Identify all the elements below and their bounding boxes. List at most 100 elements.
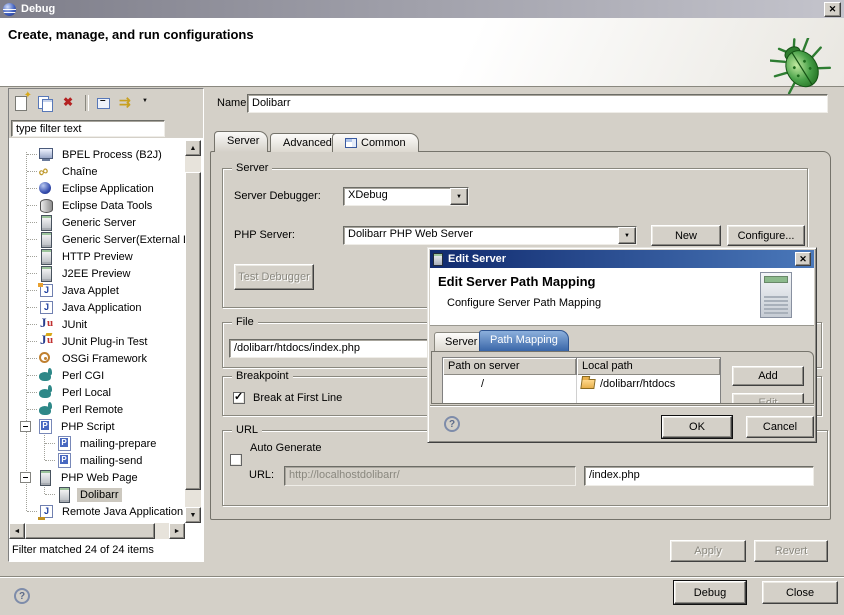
php-server-combo[interactable]: Dolibarr PHP Web Server ▼	[343, 226, 637, 245]
server-icon	[38, 266, 55, 281]
folder-icon	[580, 379, 595, 389]
tree-item-perl-remote[interactable]: Perl Remote	[10, 401, 185, 418]
window-titlebar: Debug ✕	[0, 0, 844, 18]
dialog-help-icon[interactable]: ?	[444, 416, 460, 432]
tree-item-bpel-process[interactable]: BPEL Process (B2J)	[10, 146, 185, 163]
perl-camel-icon	[38, 368, 55, 383]
url-suffix-input[interactable]: /index.php	[584, 466, 814, 486]
collapse-expander-icon[interactable]	[20, 421, 31, 432]
tree-item-j2ee-preview[interactable]: J2EE Preview	[10, 265, 185, 282]
table-row[interactable]: / /dolibarr/htdocs	[443, 375, 720, 393]
tab-server[interactable]: Server	[214, 131, 268, 152]
tree-item-remote-java-application[interactable]: Remote Java Application	[10, 503, 185, 520]
dialog-tab-path-mapping[interactable]: Path Mapping	[479, 330, 569, 351]
dialog-subheading: Configure Server Path Mapping	[447, 297, 601, 309]
osgi-target-icon	[38, 351, 55, 366]
duplicate-configuration-icon[interactable]	[36, 94, 56, 112]
php-web-page-icon	[37, 470, 54, 485]
break-first-line-checkbox[interactable]	[233, 392, 245, 404]
new-server-button[interactable]: New	[651, 225, 721, 246]
tree-item-perl-cgi[interactable]: Perl CGI	[10, 367, 185, 384]
filter-launch-configurations-icon[interactable]	[118, 94, 138, 112]
scroll-right-icon[interactable]: ►	[169, 523, 185, 539]
toolbar-separator	[85, 95, 89, 111]
tree-item-junit[interactable]: JUnit	[10, 316, 185, 333]
scroll-up-icon[interactable]: ▲	[185, 140, 201, 156]
url-label: URL:	[249, 469, 274, 481]
perl-camel-icon	[38, 402, 55, 417]
dialog-title: Edit Server	[448, 253, 795, 265]
eclipse-sphere-icon	[38, 181, 55, 196]
filter-input[interactable]: type filter text	[11, 120, 165, 137]
delete-configuration-icon[interactable]	[60, 94, 80, 112]
eclipse-app-icon	[3, 3, 16, 16]
close-button[interactable]: Close	[762, 581, 838, 604]
bug-icon	[770, 38, 832, 96]
auto-generate-label: Auto Generate	[250, 442, 322, 454]
cell-local-path: /dolibarr/htdocs	[577, 375, 720, 393]
tree-item-java-applet[interactable]: Java Applet	[10, 282, 185, 299]
server-group-legend: Server	[232, 163, 272, 174]
server-icon	[38, 232, 55, 247]
tree-item-perl-local[interactable]: Perl Local	[10, 384, 185, 401]
cancel-button[interactable]: Cancel	[746, 416, 814, 438]
remote-java-icon	[38, 504, 55, 519]
debug-configurations-window: Debug ✕ Create, manage, and run configur…	[0, 0, 844, 615]
collapse-expander-icon[interactable]	[20, 472, 31, 483]
server-icon	[38, 215, 55, 230]
help-icon[interactable]: ?	[14, 588, 30, 604]
php-server-label: PHP Server:	[234, 229, 295, 241]
tree-vscroll-thumb[interactable]	[185, 172, 201, 490]
tree-item-eclipse-application[interactable]: Eclipse Application	[10, 180, 185, 197]
auto-generate-checkbox[interactable]	[230, 454, 242, 466]
break-first-line-label: Break at First Line	[253, 392, 342, 404]
scroll-left-icon[interactable]: ◄	[9, 523, 25, 539]
tree-item-dolibarr[interactable]: Dolibarr	[10, 486, 185, 503]
column-local-path[interactable]: Local path	[577, 358, 720, 375]
column-path-on-server[interactable]: Path on server	[443, 358, 577, 375]
header-text: Create, manage, and run configurations	[8, 27, 254, 42]
breakpoint-group-legend: Breakpoint	[232, 371, 293, 382]
tree-item-http-preview[interactable]: HTTP Preview	[10, 248, 185, 265]
collapse-all-icon[interactable]	[94, 94, 114, 112]
name-input[interactable]: Dolibarr	[247, 94, 828, 113]
tree-item-osgi-framework[interactable]: OSGi Framework	[10, 350, 185, 367]
footer-separator	[0, 576, 844, 578]
php-script-icon	[56, 453, 73, 468]
dialog-titlebar: Edit Server ✕	[430, 250, 814, 268]
path-mapping-table: Path on server Local path / /dolibarr/ht…	[442, 357, 721, 404]
add-mapping-button[interactable]: Add	[732, 366, 804, 386]
new-configuration-icon[interactable]	[12, 94, 32, 112]
tree-item-mailing-prepare[interactable]: mailing-prepare	[10, 435, 185, 452]
tree-item-junit-plugin-test[interactable]: JUnit Plug-in Test	[10, 333, 185, 350]
php-script-icon	[56, 436, 73, 451]
tree-item-generic-server-external[interactable]: Generic Server(External La	[10, 231, 185, 248]
toolbar-menu-caret-icon[interactable]	[138, 94, 158, 112]
test-debugger-button: Test Debugger	[234, 264, 314, 290]
tree-item-mailing-send[interactable]: mailing-send	[10, 452, 185, 469]
server-debugger-combo[interactable]: XDebug ▼	[343, 187, 469, 206]
java-applet-icon	[38, 283, 55, 298]
window-close-button[interactable]: ✕	[824, 2, 841, 17]
tab-common[interactable]: Common	[332, 133, 419, 152]
chevron-down-icon[interactable]: ▼	[450, 188, 468, 205]
table-row-empty	[443, 393, 720, 404]
configure-server-button[interactable]: Configure...	[727, 225, 805, 246]
dialog-close-button[interactable]: ✕	[795, 252, 811, 266]
tree-item-eclipse-data-tools[interactable]: Eclipse Data Tools	[10, 197, 185, 214]
tree-item-generic-server[interactable]: Generic Server	[10, 214, 185, 231]
tree-item-java-application[interactable]: Java Application	[10, 299, 185, 316]
ok-button[interactable]: OK	[662, 416, 732, 438]
name-label: Name:	[217, 97, 249, 109]
scroll-down-icon[interactable]: ▼	[185, 507, 201, 523]
tree-item-php-script[interactable]: PHP Script	[10, 418, 185, 435]
debug-button[interactable]: Debug	[674, 581, 746, 604]
server-debugger-label: Server Debugger:	[234, 190, 321, 202]
junit-plugin-icon	[38, 334, 55, 349]
tree-item-chaine[interactable]: Chaîne	[10, 163, 185, 180]
chevron-down-icon[interactable]: ▼	[618, 227, 636, 244]
dialog-button-bar: ? OK Cancel	[430, 405, 814, 443]
tree-item-php-web-page[interactable]: PHP Web Page	[10, 469, 185, 486]
tree-hscroll-thumb[interactable]	[25, 523, 155, 539]
table-header-row: Path on server Local path	[443, 358, 720, 375]
